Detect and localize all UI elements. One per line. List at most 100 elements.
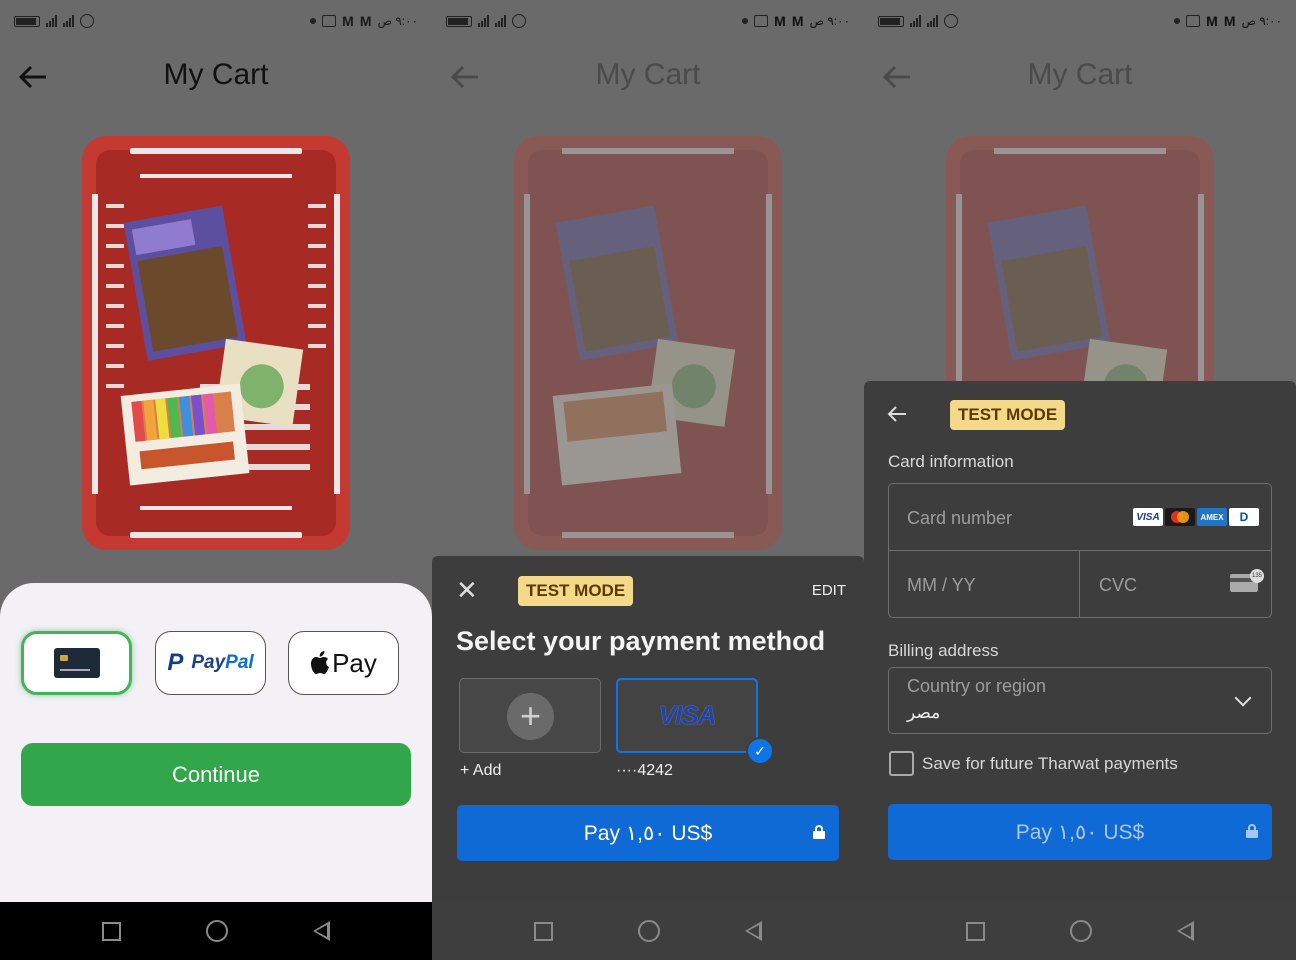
payment-method-sheet: ✕ TEST MODE EDIT Select your payment met… — [432, 556, 864, 902]
page-title: My Cart — [595, 58, 701, 91]
paypal-payment-option[interactable]: P PayPal — [155, 631, 266, 695]
gmail-icon: M — [342, 13, 354, 29]
status-bar: M M ٩:٠٠ ص — [864, 0, 1296, 42]
signal-icon — [46, 15, 57, 27]
card-payment-option[interactable] — [21, 631, 132, 695]
system-nav-bar — [432, 902, 864, 960]
app-notification-icon — [322, 15, 337, 27]
signal-icon-2 — [495, 15, 506, 27]
recent-apps-icon[interactable] — [966, 921, 986, 941]
screen-stripe-select-method: M M ٩:٠٠ ص My Cart ✕ TEST MODE EDIT Sele… — [432, 0, 864, 960]
apple-pay-label: Pay — [332, 647, 377, 678]
paypal-icon: P — [167, 649, 184, 676]
notification-dot-icon — [742, 18, 749, 24]
signal-icon-2 — [927, 15, 938, 27]
plus-icon: + — [507, 693, 554, 740]
back-nav-icon[interactable] — [744, 921, 762, 941]
notification-dot-icon — [310, 18, 317, 24]
billing-address-label: Billing address — [888, 641, 999, 660]
pay-button[interactable]: Pay ١,٥٠ US$ — [888, 804, 1272, 860]
diners-brand-icon: D — [1229, 508, 1259, 526]
apple-logo-icon — [311, 651, 330, 674]
back-arrow-icon[interactable] — [886, 401, 908, 427]
app-bar: My Cart — [0, 48, 432, 106]
cvc-card-icon — [1230, 569, 1264, 592]
signal-icon — [910, 15, 921, 27]
card-input-group: Card number VISA AMEX D MM / YY CVC — [888, 483, 1272, 618]
mastercard-brand-icon — [1165, 508, 1195, 526]
card-details-sheet: TEST MODE Card information Card number V… — [864, 381, 1296, 902]
saved-card-tile[interactable]: VISA ✓ — [616, 678, 774, 765]
cvc-field[interactable]: CVC — [1081, 551, 1272, 618]
home-icon[interactable] — [637, 920, 660, 942]
screen-stripe-card-form: M M ٩:٠٠ ص My Cart TEST MODE Card inform… — [864, 0, 1296, 960]
system-nav-bar — [0, 902, 432, 960]
checkmark-icon: ✓ — [746, 737, 774, 765]
paypal-logo: P PayPal — [167, 649, 254, 676]
add-card-tile[interactable]: + — [459, 678, 601, 753]
recent-apps-icon[interactable] — [102, 921, 122, 941]
paypal-text-pay: Pay — [191, 652, 226, 673]
save-card-row[interactable]: Save for future Tharwat payments — [889, 751, 1178, 776]
battery-icon — [446, 15, 472, 27]
visa-logo: VISA — [658, 700, 717, 730]
pay-button-label: Pay ١,٥٠ US$ — [1015, 820, 1145, 844]
gmail-icon: M — [1206, 13, 1218, 29]
signal-icon — [478, 15, 489, 27]
battery-icon — [14, 15, 40, 27]
signal-icon-2 — [63, 15, 74, 27]
card-brands: VISA AMEX D — [1133, 508, 1259, 526]
system-nav-bar — [864, 902, 1296, 960]
gmail-icon: M — [774, 13, 786, 29]
gmail-icon-2: M — [1223, 13, 1236, 29]
alarm-icon — [512, 14, 526, 28]
expiry-field[interactable]: MM / YY — [889, 551, 1080, 618]
home-icon[interactable] — [205, 920, 228, 942]
page-title: My Cart — [163, 58, 269, 91]
edit-button[interactable]: EDIT — [812, 582, 846, 599]
page-title: My Cart — [1027, 58, 1133, 91]
app-bar: My Cart — [864, 48, 1296, 106]
notification-dot-icon — [1174, 18, 1181, 24]
country-select[interactable]: Country or region مصر — [888, 667, 1272, 734]
card-number-placeholder: Card number — [907, 508, 1013, 528]
status-time: ٩:٠٠ ص — [1241, 14, 1282, 28]
alarm-icon — [944, 14, 958, 28]
recent-apps-icon[interactable] — [534, 921, 554, 941]
country-value: مصر — [907, 703, 941, 722]
credit-card-icon — [53, 648, 100, 678]
status-time: ٩:٠٠ ص — [377, 14, 418, 28]
cvc-placeholder: CVC — [1099, 575, 1138, 595]
add-card-label: + Add — [460, 762, 502, 779]
back-nav-icon[interactable] — [1176, 921, 1194, 941]
battery-icon — [878, 15, 904, 27]
card-info-label: Card information — [888, 452, 1014, 471]
country-placeholder: Country or region — [907, 676, 1047, 696]
status-bar: M M ٩:٠٠ ص — [432, 0, 864, 42]
continue-button[interactable]: Continue — [21, 743, 411, 806]
back-nav-icon[interactable] — [312, 921, 330, 941]
app-notification-icon — [1186, 15, 1201, 27]
cart-basket-illustration — [514, 136, 782, 550]
card-number-field[interactable]: Card number VISA AMEX D — [889, 484, 1271, 551]
test-mode-badge: TEST MODE — [518, 576, 634, 606]
pay-button[interactable]: Pay ١,٥٠ US$ — [457, 805, 839, 861]
chevron-down-icon — [1234, 689, 1252, 707]
test-mode-badge: TEST MODE — [950, 400, 1066, 430]
lock-icon — [1246, 824, 1258, 838]
pay-button-label: Pay ١,٥٠ US$ — [583, 821, 713, 845]
close-icon[interactable]: ✕ — [456, 577, 478, 603]
card-last4-label: ····4242 — [616, 762, 673, 779]
save-card-checkbox[interactable] — [889, 751, 914, 776]
lock-icon — [813, 825, 825, 839]
app-notification-icon — [754, 15, 769, 27]
save-card-label: Save for future Tharwat payments — [922, 753, 1178, 773]
paypal-text-pal: Pal — [225, 652, 254, 673]
gmail-icon-2: M — [359, 13, 372, 29]
app-bar: My Cart — [432, 48, 864, 106]
status-bar: M M ٩:٠٠ ص — [0, 0, 432, 42]
apple-pay-option[interactable]: Pay — [288, 631, 399, 695]
sheet-heading: Select your payment method — [456, 626, 826, 656]
home-icon[interactable] — [1069, 920, 1092, 942]
amex-brand-icon: AMEX — [1197, 508, 1227, 526]
